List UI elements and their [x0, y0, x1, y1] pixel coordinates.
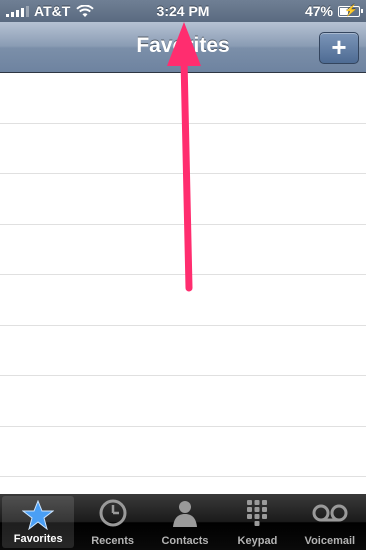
row-separator	[0, 173, 366, 174]
row-separator	[0, 375, 366, 376]
add-favorite-button[interactable]: +	[319, 32, 359, 64]
charging-bolt-icon: ⚡	[344, 4, 358, 17]
nav-bar: Favorites +	[0, 22, 366, 73]
tab-label: Recents	[91, 535, 134, 547]
favorites-list	[0, 73, 366, 493]
tab-label: Favorites	[13, 533, 63, 545]
tab-bar: Favorites Recents Contacts Keypad Voicem…	[0, 494, 366, 550]
tab-label: Contacts	[161, 535, 209, 547]
row-separator	[0, 476, 366, 477]
clock-icon	[99, 499, 127, 527]
tab-keypad[interactable]: Keypad	[221, 494, 293, 550]
status-right: 47% ⚡	[304, 3, 363, 19]
row-separator	[0, 223, 366, 225]
page-title: Favorites	[136, 34, 230, 57]
tab-recents[interactable]: Recents	[76, 494, 148, 550]
row-separator	[0, 122, 366, 124]
star-icon	[22, 500, 55, 530]
battery-icon: ⚡	[338, 4, 363, 17]
row-separator	[0, 274, 366, 275]
row-separator	[0, 324, 366, 326]
tab-label: Voicemail	[304, 535, 356, 547]
tab-label: Keypad	[237, 535, 278, 547]
status-bar: AT&T 3:24 PM 47% ⚡	[0, 0, 366, 22]
voicemail-icon	[312, 504, 348, 522]
battery-percent: 47%	[304, 3, 333, 19]
tab-voicemail[interactable]: Voicemail	[294, 494, 366, 550]
tab-contacts[interactable]: Contacts	[149, 494, 221, 550]
keypad-icon	[247, 500, 268, 526]
tab-favorites[interactable]: Favorites	[2, 496, 75, 548]
row-separator	[0, 425, 366, 427]
person-icon	[173, 501, 198, 527]
